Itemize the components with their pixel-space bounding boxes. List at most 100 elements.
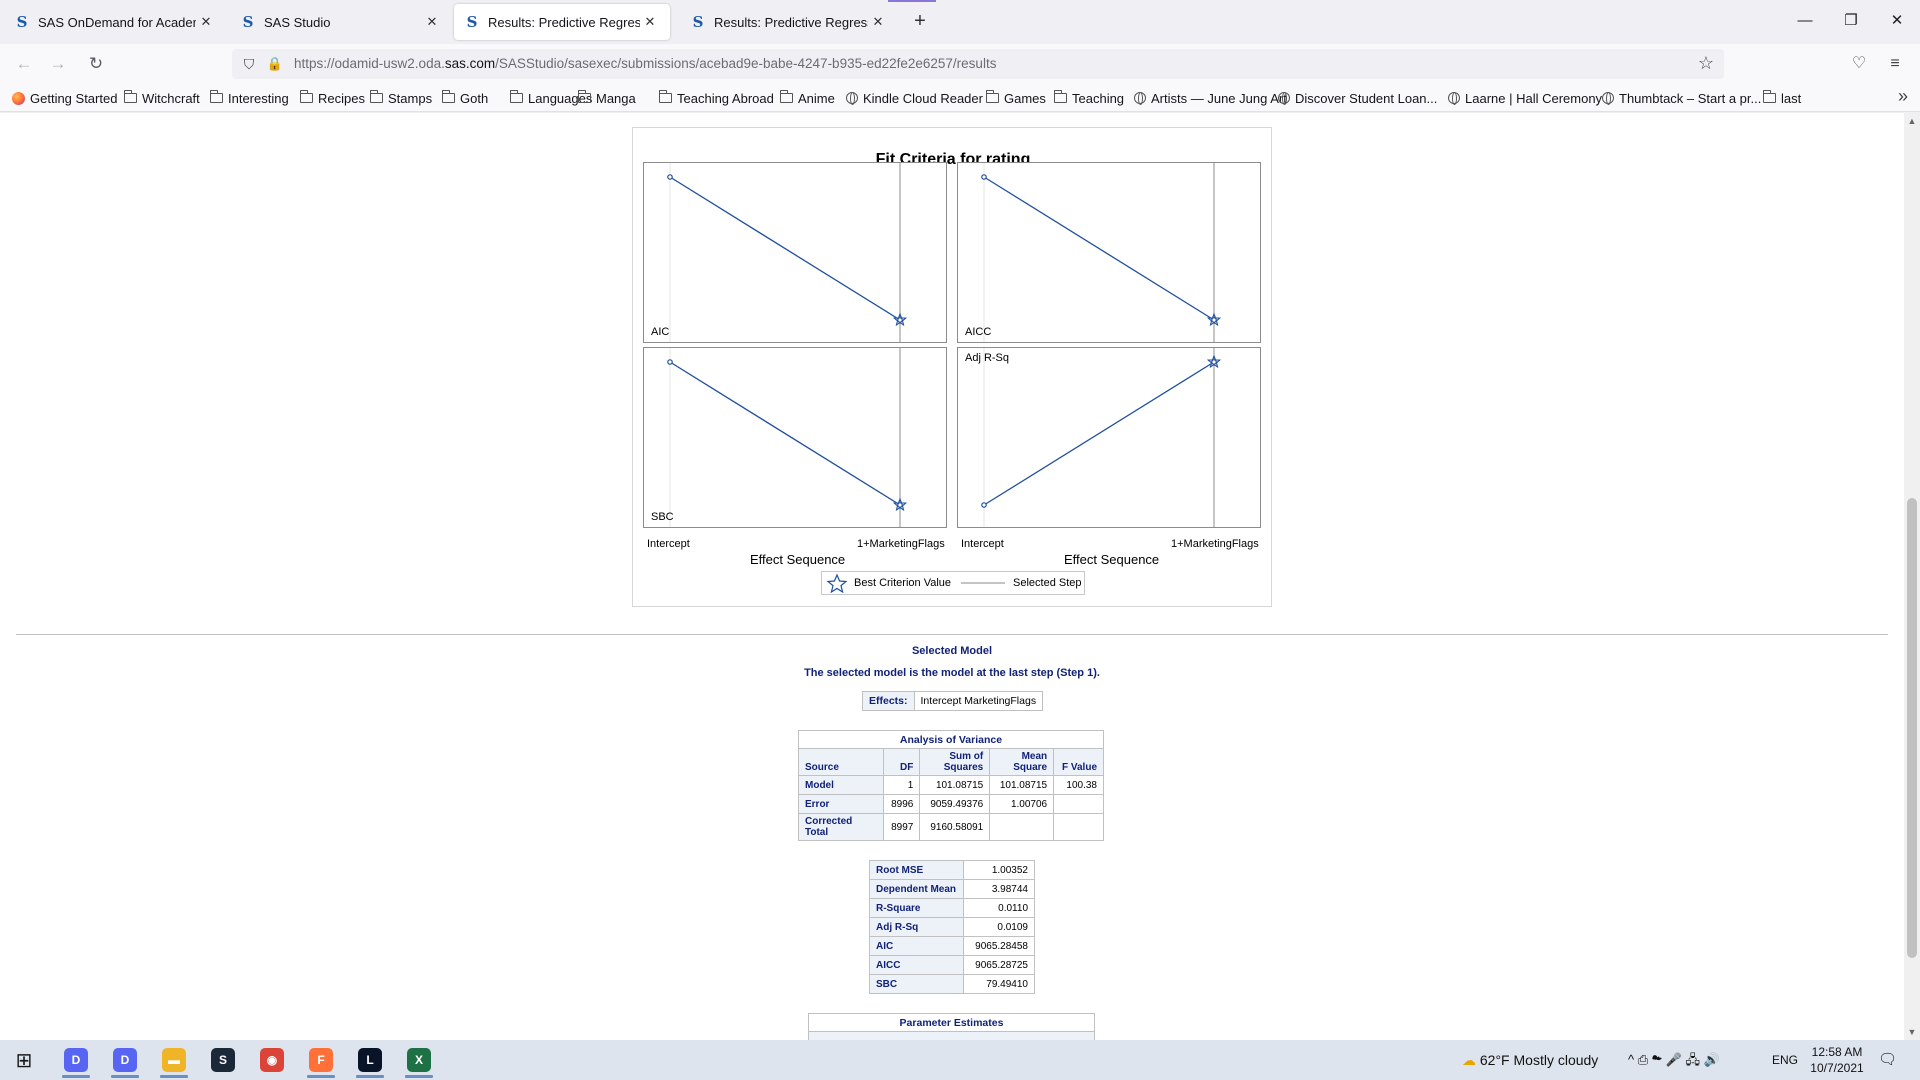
bookmark-item[interactable]: Anime	[780, 89, 835, 107]
active-indicator	[356, 1075, 384, 1078]
folder-icon	[986, 90, 999, 103]
bookmark-item[interactable]: Stamps	[370, 89, 432, 107]
scrollbar-thumb[interactable]	[1907, 498, 1917, 958]
effects-label: Effects:	[863, 692, 915, 710]
page-scrollbar[interactable]: ▲ ▼	[1904, 113, 1920, 1040]
row-header: Root MSE	[869, 860, 964, 880]
tab-bar: S SAS OnDemand for Academics ✕ S SAS Stu…	[0, 0, 1920, 44]
active-indicator	[307, 1075, 335, 1078]
bookmark-item[interactable]: Discover Student Loan...	[1278, 89, 1437, 107]
folder-icon	[370, 90, 383, 103]
taskbar-app-firefox[interactable]: F	[297, 1044, 345, 1078]
tab-scroll-accent	[888, 0, 936, 2]
bookmark-item[interactable]: Artists — June Jung Art	[1134, 89, 1287, 107]
taskbar-app-discord-2[interactable]: D	[101, 1044, 149, 1078]
folder-icon	[300, 90, 313, 103]
bookmark-item[interactable]: Witchcraft	[124, 89, 200, 107]
taskbar-app-file-explorer[interactable]: ▬	[150, 1044, 198, 1078]
url-bar[interactable]: ⛉ 🔒 https://odamid-usw2.oda.sas.com/SASS…	[232, 49, 1724, 79]
bookmark-item[interactable]: Games	[986, 89, 1046, 107]
bookmark-item[interactable]: Laarne | Hall Ceremony	[1448, 89, 1602, 107]
clock[interactable]: 12:58 AM 10/7/2021	[1802, 1044, 1872, 1076]
start-button[interactable]: ⊞	[0, 1044, 48, 1076]
tab-results-2[interactable]: S Results: Predictive Regression M ✕	[680, 4, 898, 40]
close-tab-icon[interactable]: ✕	[868, 12, 888, 32]
active-indicator	[160, 1075, 188, 1078]
tab-results-active[interactable]: S Results: Predictive Regression M ✕	[454, 4, 670, 40]
forward-button[interactable]: →	[44, 50, 72, 78]
pocket-icon[interactable]: ♡	[1845, 50, 1873, 78]
sas-favicon-icon: S	[16, 13, 28, 31]
criterion-line	[669, 176, 901, 321]
globe-icon	[1602, 92, 1614, 105]
close-tab-icon[interactable]: ✕	[196, 12, 216, 32]
bookmark-item[interactable]: Getting Started	[12, 89, 117, 107]
row-header: AICC	[869, 955, 964, 975]
parameter-estimates-header-row	[808, 1031, 1095, 1040]
table-cell: 100.38	[1053, 775, 1104, 795]
bookmark-item[interactable]: Recipes	[300, 89, 365, 107]
taskbar-app-chrome[interactable]: ◉	[248, 1044, 296, 1076]
panel-label: AIC	[651, 326, 670, 338]
table-cell: 1	[883, 775, 921, 795]
globe-icon	[846, 92, 858, 105]
restore-button[interactable]: ❐	[1828, 0, 1874, 44]
x-axis-label: Effect Sequence	[1064, 552, 1160, 567]
row-header: Corrected Total	[797, 813, 885, 841]
weather-text: 62°F Mostly cloudy	[1479, 1052, 1599, 1068]
taskbar-app-league[interactable]: L	[346, 1044, 394, 1078]
weather-widget[interactable]: ☁ 62°F Mostly cloudy	[1462, 1040, 1598, 1080]
bookmark-label: Goth	[460, 90, 489, 106]
taskbar-app-steam[interactable]: S	[199, 1044, 247, 1076]
table-row: SBC 79.49410	[869, 974, 1035, 994]
bookmark-item[interactable]: Teaching Abroad	[659, 89, 774, 107]
bookmark-item[interactable]: Interesting	[210, 89, 289, 107]
folder-icon	[510, 90, 523, 103]
reload-button[interactable]: ↻	[82, 50, 110, 78]
back-button[interactable]: ←	[10, 50, 38, 78]
bookmark-item[interactable]: Goth	[442, 89, 488, 107]
bookmarks-overflow-icon[interactable]: »	[1898, 86, 1908, 107]
system-tray-icons[interactable]: ^ ⎙ ☁ 🎤 🖧 🔊	[1628, 1040, 1720, 1080]
bookmark-label: Teaching	[1072, 90, 1125, 106]
folder-icon	[442, 90, 455, 103]
tab-sas-studio[interactable]: S SAS Studio ✕	[230, 4, 452, 40]
new-tab-button[interactable]: +	[908, 10, 932, 34]
parameter-estimates-caption: Parameter Estimates	[808, 1013, 1095, 1032]
panel-label: AICC	[965, 326, 992, 338]
bookmark-item[interactable]: Kindle Cloud Reader	[846, 89, 983, 107]
taskbar-app-discord-1[interactable]: D	[52, 1044, 100, 1078]
url-text[interactable]: https://odamid-usw2.oda.sas.com/SASStudi…	[294, 56, 996, 71]
sas-favicon-icon: S	[692, 13, 704, 31]
bookmark-item[interactable]: last	[1763, 89, 1801, 107]
results-page: Fit Criteria for rating AIC AICC SBC Adj…	[0, 113, 1904, 1040]
scroll-up-arrow-icon[interactable]: ▲	[1904, 113, 1920, 129]
close-tab-icon[interactable]: ✕	[422, 12, 442, 32]
tab-title: Results: Predictive Regression M	[714, 14, 868, 30]
scroll-down-arrow-icon[interactable]: ▼	[1904, 1024, 1920, 1040]
close-window-button[interactable]: ✕	[1874, 0, 1920, 44]
minimize-button[interactable]: —	[1782, 0, 1828, 44]
bookmark-item[interactable]: Teaching	[1054, 89, 1124, 107]
table-row: Root MSE 1.00352	[869, 860, 1035, 880]
taskbar-app-spreadsheet[interactable]: X	[395, 1044, 443, 1078]
close-tab-icon[interactable]: ✕	[640, 12, 660, 32]
notifications-icon[interactable]: 🗨	[1878, 1040, 1897, 1080]
language-indicator[interactable]: ENG	[1772, 1040, 1798, 1080]
folder-icon	[1054, 90, 1067, 103]
panel-aicc-plot	[981, 163, 1222, 342]
bookmark-item[interactable]: Thumbtack – Start a pr...	[1602, 89, 1761, 107]
tracking-shield-icon[interactable]: ⛉	[240, 55, 258, 73]
tab-sas-ondemand[interactable]: S SAS OnDemand for Academics ✕	[4, 4, 226, 40]
anova-table: Analysis of Variance Source DF Sum of Sq…	[797, 730, 1104, 841]
figure-legend: Best Criterion Value Selected Step	[821, 571, 1085, 595]
firefox-icon: F	[309, 1048, 333, 1072]
table-cell: 101.08715	[919, 775, 991, 795]
x-tick-label: Intercept	[961, 538, 1004, 550]
folder-icon	[578, 90, 591, 103]
panel-sbc: SBC	[643, 347, 947, 528]
bookmark-star-icon[interactable]: ☆	[1698, 53, 1714, 74]
bookmark-item[interactable]: Manga	[578, 89, 636, 107]
lock-icon[interactable]: 🔒	[266, 55, 284, 73]
menu-icon[interactable]: ≡	[1881, 50, 1909, 78]
